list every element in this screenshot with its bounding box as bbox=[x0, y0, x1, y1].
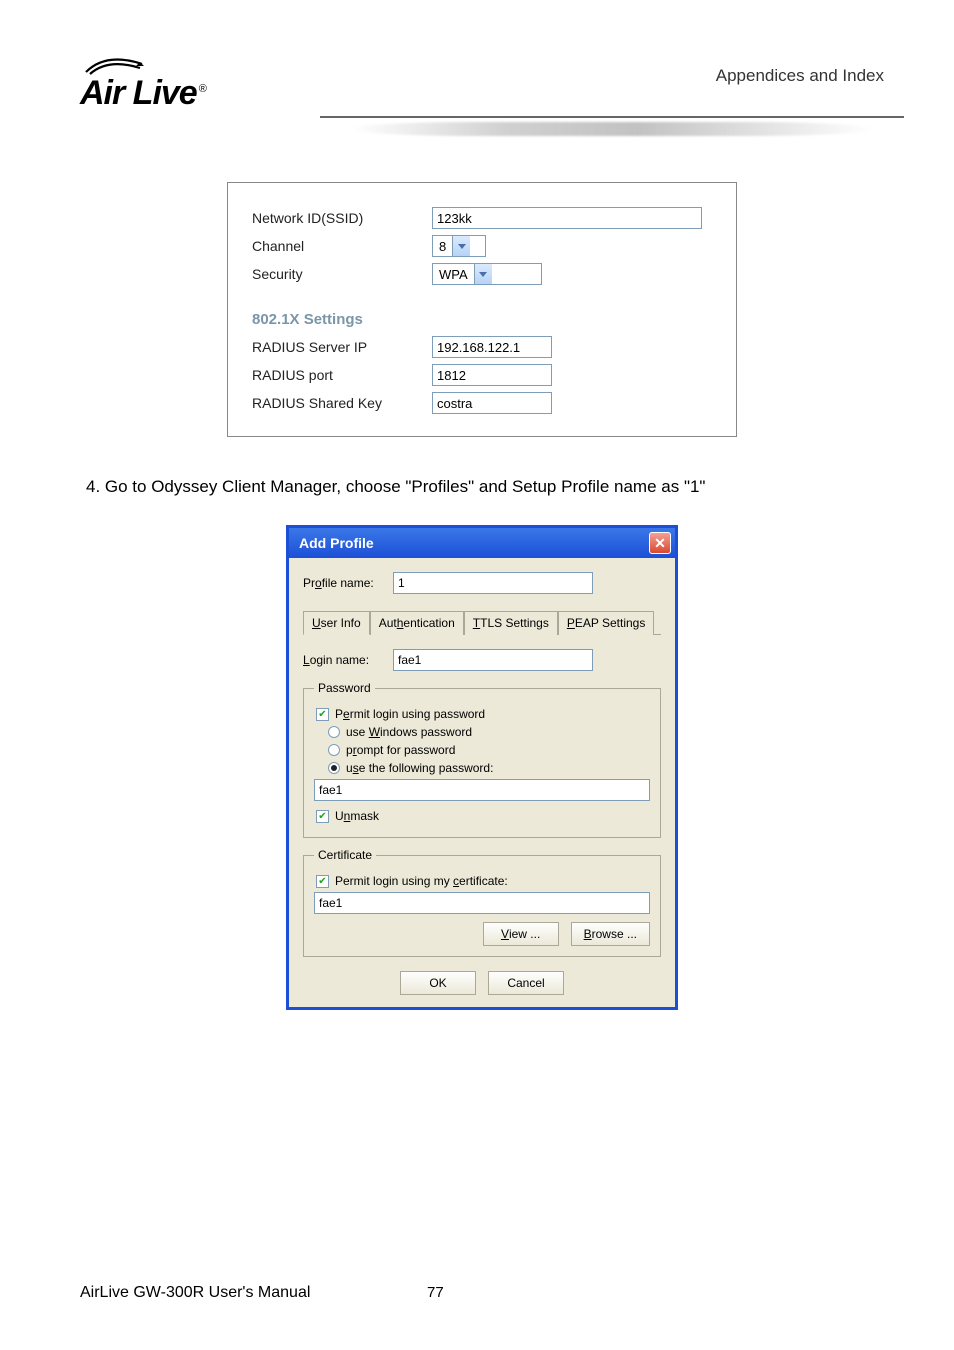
radius-key-input[interactable]: costra bbox=[432, 392, 552, 414]
radius-ip-input[interactable]: 192.168.122.1 bbox=[432, 336, 552, 358]
chevron-down-icon bbox=[474, 264, 492, 284]
brand-logo: Air Live® bbox=[80, 50, 206, 110]
logo-text: Air Live® bbox=[80, 76, 206, 110]
checkbox-icon: ✔ bbox=[316, 810, 329, 823]
profile-name-input[interactable]: 1 bbox=[393, 572, 593, 594]
chevron-down-icon bbox=[452, 236, 470, 256]
checkbox-icon: ✔ bbox=[316, 708, 329, 721]
ok-button[interactable]: OK bbox=[400, 971, 476, 995]
header-section-label: Appendices and Index bbox=[716, 50, 884, 86]
radio-icon bbox=[328, 744, 340, 756]
security-select[interactable]: WPA bbox=[432, 263, 542, 285]
ssid-input[interactable]: 123kk bbox=[432, 207, 702, 229]
header-divider bbox=[80, 116, 884, 142]
checkbox-icon: ✔ bbox=[316, 875, 329, 888]
footer-page-number: 77 bbox=[427, 1284, 527, 1301]
view-button[interactable]: View ... bbox=[483, 922, 559, 946]
login-name-input[interactable]: fae1 bbox=[393, 649, 593, 671]
password-legend: Password bbox=[314, 681, 375, 695]
logo-arc-icon bbox=[84, 50, 146, 76]
certificate-legend: Certificate bbox=[314, 848, 376, 862]
permit-certificate-checkbox[interactable]: ✔ Permit login using my certificate: bbox=[316, 874, 650, 888]
radio-following-password[interactable]: use the following password: bbox=[328, 761, 650, 775]
router-settings-panel: Network ID(SSID) 123kk Channel 8 Securit… bbox=[227, 182, 737, 437]
radius-port-input[interactable]: 1812 bbox=[432, 364, 552, 386]
certificate-group: Certificate ✔ Permit login using my cert… bbox=[303, 848, 661, 957]
tab-peap[interactable]: PEAP Settings bbox=[558, 611, 655, 635]
dialog-titlebar[interactable]: Add Profile ✕ bbox=[289, 528, 675, 558]
password-input[interactable]: fae1 bbox=[314, 779, 650, 801]
channel-label: Channel bbox=[252, 238, 432, 254]
ssid-label: Network ID(SSID) bbox=[252, 210, 432, 226]
dot1x-heading: 802.1X Settings bbox=[252, 311, 712, 328]
password-group: Password ✔ Permit login using password u… bbox=[303, 681, 661, 838]
cancel-button[interactable]: Cancel bbox=[488, 971, 564, 995]
footer-manual-title: AirLive GW-300R User's Manual bbox=[80, 1284, 427, 1302]
tab-user-info[interactable]: User Info bbox=[303, 611, 370, 635]
unmask-checkbox[interactable]: ✔ Unmask bbox=[316, 809, 650, 823]
radio-windows-password[interactable]: use Windows password bbox=[328, 725, 650, 739]
security-label: Security bbox=[252, 266, 432, 282]
radio-icon bbox=[328, 762, 340, 774]
radius-key-label: RADIUS Shared Key bbox=[252, 395, 432, 411]
permit-password-checkbox[interactable]: ✔ Permit login using password bbox=[316, 707, 650, 721]
dialog-title: Add Profile bbox=[299, 535, 374, 551]
login-name-label: Login name: bbox=[303, 653, 393, 667]
radius-port-label: RADIUS port bbox=[252, 367, 432, 383]
tab-ttls[interactable]: TTLS Settings bbox=[464, 611, 558, 635]
step-4-text: 4. Go to Odyssey Client Manager, choose … bbox=[86, 477, 884, 497]
radius-ip-label: RADIUS Server IP bbox=[252, 339, 432, 355]
tabstrip: User Info Authentication TTLS Settings P… bbox=[303, 610, 661, 635]
add-profile-dialog: Add Profile ✕ Profile name: 1 User Info … bbox=[286, 525, 678, 1010]
browse-button[interactable]: Browse ... bbox=[571, 922, 650, 946]
radio-icon bbox=[328, 726, 340, 738]
channel-select[interactable]: 8 bbox=[432, 235, 486, 257]
certificate-input[interactable]: fae1 bbox=[314, 892, 650, 914]
profile-name-label: Profile name: bbox=[303, 576, 393, 590]
close-icon[interactable]: ✕ bbox=[649, 532, 671, 554]
tab-authentication[interactable]: Authentication bbox=[370, 611, 464, 635]
radio-prompt-password[interactable]: prompt for password bbox=[328, 743, 650, 757]
